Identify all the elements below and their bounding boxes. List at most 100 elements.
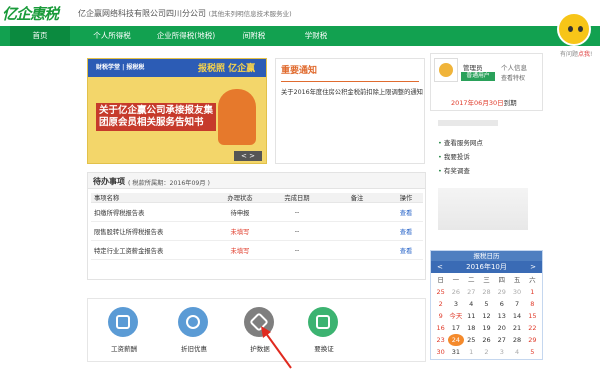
calendar-weekday: 一 — [452, 276, 460, 284]
personal-info-link[interactable]: 个人信息 — [501, 62, 527, 72]
site-logo[interactable]: 亿企惠税 — [2, 3, 59, 24]
row-note — [325, 202, 389, 222]
expiry-date-suffix: 到期 — [503, 99, 517, 107]
complaint-link[interactable]: 我要投诉 — [438, 150, 543, 164]
calendar-day[interactable]: 21 — [509, 322, 524, 334]
calendar-day[interactable]: 31 — [448, 346, 463, 358]
calendar-day[interactable]: 3 — [494, 346, 509, 358]
shortcut-label: 要换证 — [314, 345, 334, 353]
shortcut-payroll[interactable]: 工资薪酬 — [94, 305, 154, 361]
calendar-prev-button[interactable]: < — [437, 261, 443, 273]
col-status: 办理状态 — [211, 193, 269, 203]
calendar-day[interactable]: 19 — [479, 322, 494, 334]
promo-banner[interactable]: 财税学堂 | 报税税 报税照 亿企赢 关于亿企赢公司承接报友集团原会员相关服务告… — [87, 58, 267, 164]
help-label[interactable]: 有问题点我! — [560, 49, 592, 58]
calendar-day[interactable]: 3 — [448, 298, 463, 310]
nav-corporate-income-tax[interactable]: 企业所得税(地税) — [150, 26, 222, 46]
calendar-weekday: 四 — [498, 276, 506, 284]
main-nav: 首页 个人所得税 企业所得税(地税) 间附税 学财税 — [0, 26, 600, 46]
user-role: 管理员 — [463, 64, 483, 72]
nav-surcharge-tax[interactable]: 间附税 — [226, 26, 282, 46]
calendar-next-button[interactable]: > — [530, 261, 536, 273]
calendar-day[interactable]: 17 — [448, 322, 463, 334]
shortcut-label: 折旧优惠 — [181, 345, 207, 353]
col-name: 事项名称 — [91, 193, 211, 203]
calendar-day[interactable]: 26 — [448, 286, 463, 298]
nav-personal-income-tax[interactable]: 个人所得税 — [82, 26, 142, 46]
calendar-day[interactable]: 27 — [464, 286, 479, 298]
calendar-day[interactable]: 5 — [479, 298, 494, 310]
calendar-day[interactable]: 14 — [509, 310, 524, 322]
calendar-day[interactable]: 28 — [509, 334, 524, 346]
calendar-day[interactable]: 8 — [525, 298, 540, 310]
notice-item[interactable]: 关于2016年度住房公积金税前扣除上限调整的通知 — [281, 87, 423, 96]
calendar-day[interactable]: 25 — [433, 286, 448, 298]
user-level-badge[interactable]: 普通用户 — [461, 72, 495, 81]
help-label-c: ! — [590, 51, 593, 58]
calendar-day[interactable]: 16 — [433, 322, 448, 334]
shortcut-label: 工资薪酬 — [111, 345, 137, 353]
calendar-day[interactable]: 22 — [525, 322, 540, 334]
row-view-link[interactable]: 查看 — [389, 240, 423, 260]
calendar-day[interactable]: 7 — [509, 298, 524, 310]
calendar-day[interactable]: 20 — [494, 322, 509, 334]
calendar-day[interactable]: 15 — [525, 310, 540, 322]
survey-link[interactable]: 有奖调查 — [438, 164, 543, 178]
notice-title: 重要通知 — [281, 66, 318, 76]
mascot-eye-right — [578, 26, 583, 32]
expiry-date: 2017年06月30日到期 — [451, 97, 517, 107]
row-view-link[interactable]: 查看 — [389, 221, 423, 241]
calendar-month: 2016年10月 — [466, 263, 507, 271]
calendar-day[interactable]: 11 — [464, 310, 479, 322]
calendar-day[interactable]: 29 — [494, 286, 509, 298]
calendar-weekday: 五 — [513, 276, 521, 284]
service-outlets-link[interactable]: 查看服务网点 — [438, 136, 543, 150]
calendar-day[interactable]: 1 — [464, 346, 479, 358]
calendar-day[interactable]: 30 — [433, 346, 448, 358]
help-mascot[interactable] — [557, 12, 591, 46]
calendar-day[interactable]: 9 — [433, 310, 448, 322]
table-row: 扣缴所得税报告表 待申报 -- 查看 — [91, 202, 423, 222]
shortcut-depreciation[interactable]: 折旧优惠 — [164, 305, 224, 361]
calendar-day[interactable]: 5 — [525, 346, 540, 358]
company-subtitle: (其他未列明信息技术服务业) — [208, 10, 292, 18]
calendar-weekday: 日 — [437, 276, 444, 284]
calendar-day[interactable]: 30 — [509, 286, 524, 298]
row-name: 特定行业工资薪金报告表 — [91, 240, 211, 260]
calendar-day[interactable]: 28 — [479, 286, 494, 298]
banner-slide-controls[interactable]: < > — [234, 151, 262, 161]
shortcut-change-certificate[interactable]: 要换证 — [294, 305, 354, 361]
calendar-day[interactable]: 6 — [494, 298, 509, 310]
help-label-b: 点我 — [578, 51, 591, 58]
calendar-day[interactable]: 2 — [433, 298, 448, 310]
calendar-month-bar: < 2016年10月 > — [431, 261, 542, 273]
calendar-day[interactable]: 27 — [494, 334, 509, 346]
banner-slogan: 报税照 亿企赢 — [198, 64, 256, 74]
calendar-day[interactable]: 2 — [479, 346, 494, 358]
tax-calendar: 报税日历 < 2016年10月 > 日一二三四五六 25 26 27 28 29 30 1 2 3… — [430, 250, 543, 360]
calendar-day[interactable]: 12 — [479, 310, 494, 322]
nav-home[interactable]: 首页 — [10, 26, 70, 46]
col-date: 完成日期 — [269, 193, 325, 203]
calendar-day[interactable]: 26 — [479, 334, 494, 346]
company-name: 亿企赢网络科技有限公司四川分公司 (其他未列明信息技术服务业) — [78, 8, 292, 19]
depreciation-icon-glyph — [186, 315, 200, 329]
calendar-day[interactable]: 29 — [525, 334, 540, 346]
calendar-day[interactable]: 今天 — [448, 310, 463, 322]
row-view-link[interactable]: 查看 — [389, 202, 423, 222]
nav-learn-tax[interactable]: 学财税 — [288, 26, 344, 46]
calendar-day[interactable]: 4 — [464, 298, 479, 310]
calendar-day[interactable]: 1 — [525, 286, 540, 298]
view-privileges-link[interactable]: 查看特权 — [501, 73, 525, 82]
row-note — [325, 240, 389, 260]
calendar-day[interactable]: 25 — [464, 334, 479, 346]
calendar-title: 报税日历 — [431, 251, 542, 261]
user-panel: 管理员 普通用户 个人信息 查看特权 2017年06月30日到期 — [430, 53, 543, 111]
calendar-day[interactable]: 24 — [448, 334, 464, 346]
calendar-day[interactable]: 18 — [464, 322, 479, 334]
calendar-day[interactable]: 4 — [509, 346, 524, 358]
calendar-day[interactable]: 23 — [433, 334, 448, 346]
blurred-text — [438, 120, 498, 126]
row-date: -- — [269, 240, 325, 260]
calendar-day[interactable]: 13 — [494, 310, 509, 322]
